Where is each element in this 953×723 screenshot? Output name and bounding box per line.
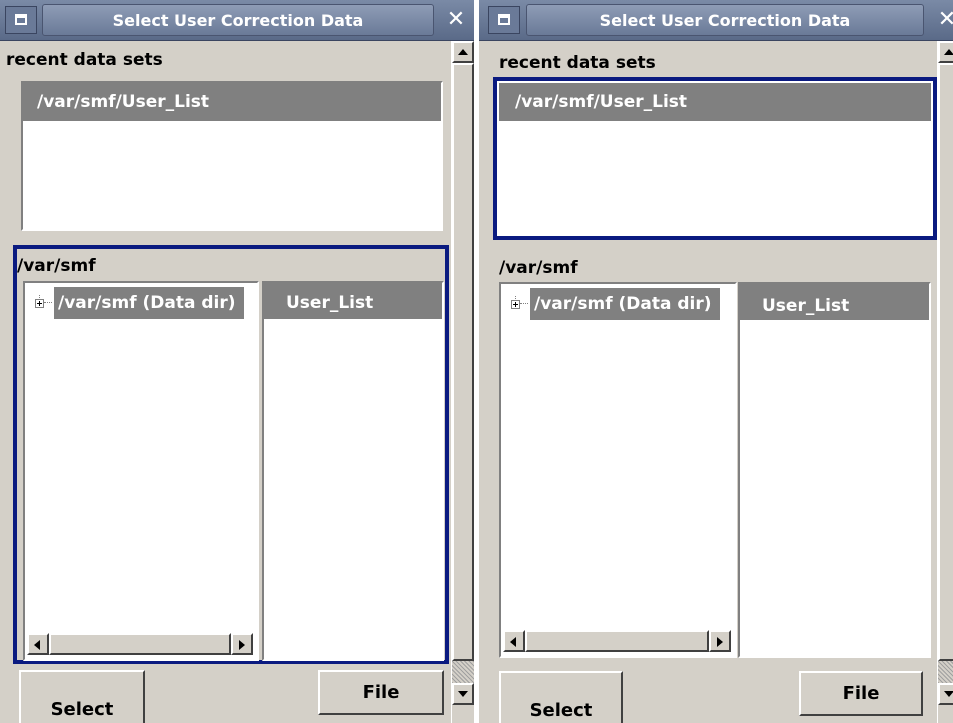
horizontal-scroll-thumb[interactable] (49, 633, 231, 655)
scroll-down-button[interactable] (938, 683, 953, 705)
file-button[interactable]: File (318, 670, 444, 715)
up-arrow-icon (944, 49, 953, 55)
window-title: Select User Correction Data (526, 4, 924, 36)
file-item-user-list[interactable]: User_List (264, 283, 442, 319)
directory-tree[interactable]: /var/smf (Data dir) (499, 282, 737, 658)
scroll-up-button[interactable] (452, 41, 474, 63)
up-arrow-icon (458, 49, 468, 55)
title-bar: Select User Correction Data ✕ (0, 0, 474, 41)
window-title-text: Select User Correction Data (112, 10, 364, 30)
left-arrow-icon (510, 637, 516, 647)
scroll-track (452, 661, 474, 683)
tree-node-label: /var/smf (Data dir) (530, 288, 720, 320)
scroll-left-button[interactable] (503, 630, 525, 652)
window-title-text: Select User Correction Data (599, 10, 851, 30)
window-menu-button[interactable] (5, 6, 37, 34)
file-list[interactable]: User_List (262, 281, 444, 661)
recent-data-sets-list[interactable]: /var/smf/User_List (21, 81, 443, 231)
window-menu-icon (15, 14, 27, 25)
horizontal-scrollbar[interactable] (503, 630, 731, 652)
title-bar: Select User Correction Data ✕ (479, 0, 953, 41)
scroll-up-button[interactable] (938, 41, 953, 63)
recent-data-sets-list[interactable]: /var/smf/User_List (493, 77, 937, 240)
scroll-right-button[interactable] (231, 633, 253, 655)
right-arrow-icon (717, 637, 723, 647)
tree-node-data-dir[interactable]: /var/smf (Data dir) (35, 287, 244, 319)
scroll-track (938, 661, 953, 683)
close-button[interactable]: ✕ (440, 5, 472, 35)
file-button[interactable]: File (799, 671, 923, 716)
horizontal-scrollbar[interactable] (27, 633, 253, 655)
down-arrow-icon (458, 691, 468, 697)
tree-connector (44, 302, 52, 304)
down-arrow-icon (944, 691, 953, 697)
vertical-scroll-thumb[interactable] (452, 63, 474, 661)
scroll-down-button[interactable] (452, 683, 474, 705)
tree-node-data-dir[interactable]: /var/smf (Data dir) (511, 288, 720, 320)
vertical-scroll-thumb[interactable] (938, 63, 953, 661)
window-menu-button[interactable] (488, 6, 520, 34)
file-list[interactable]: User_List (738, 282, 931, 658)
close-icon: ✕ (446, 7, 466, 32)
vertical-scrollbar[interactable] (451, 41, 474, 723)
tree-node-label: /var/smf (Data dir) (54, 287, 244, 319)
select-dialog-browser-focused: Select User Correction Data ✕ recent dat… (0, 0, 474, 723)
vertical-scrollbar[interactable] (937, 41, 953, 723)
file-browser-panel: /var/smf (Data dir) User_List (499, 282, 937, 660)
scroll-right-button[interactable] (709, 630, 731, 652)
recent-item-user-list[interactable]: /var/smf/User_List (23, 83, 441, 121)
current-path-label: /var/smf (499, 258, 578, 278)
select-dialog-recent-focused: Select User Correction Data ✕ recent dat… (479, 0, 953, 723)
close-button[interactable]: ✕ (931, 5, 953, 35)
file-item-user-list[interactable]: User_List (740, 284, 929, 320)
tree-connector (520, 303, 528, 305)
directory-tree[interactable]: /var/smf (Data dir) (23, 281, 259, 661)
plus-expander-icon[interactable] (511, 299, 520, 309)
scroll-left-button[interactable] (27, 633, 49, 655)
plus-expander-icon[interactable] (35, 298, 44, 308)
select-button[interactable]: Select (499, 671, 623, 723)
recent-data-sets-label: recent data sets (499, 53, 656, 73)
select-button[interactable]: Select (19, 670, 145, 723)
right-arrow-icon (239, 640, 245, 650)
left-arrow-icon (34, 640, 40, 650)
window-title: Select User Correction Data (42, 4, 434, 36)
window-menu-icon (498, 14, 510, 25)
file-browser-panel: /var/smf (Data dir) User_List (13, 245, 449, 664)
recent-item-user-list[interactable]: /var/smf/User_List (499, 83, 931, 121)
horizontal-scroll-thumb[interactable] (525, 630, 709, 652)
recent-data-sets-label: recent data sets (6, 50, 163, 70)
close-icon: ✕ (937, 7, 953, 32)
